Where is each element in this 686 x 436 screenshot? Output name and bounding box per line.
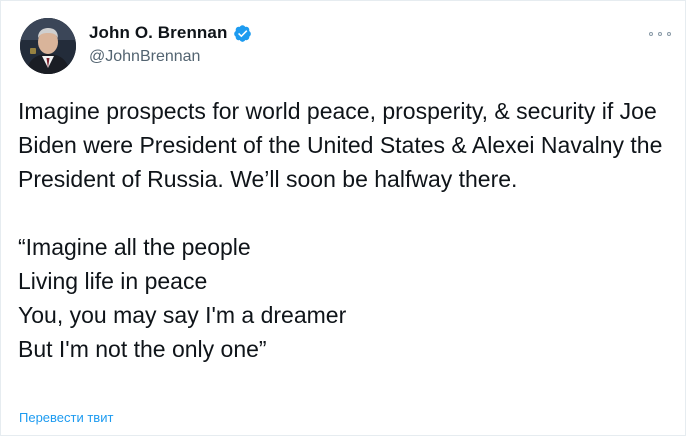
avatar[interactable] bbox=[20, 18, 76, 74]
tweet-card: John O. Brennan @JohnBrennan Imagine pro… bbox=[0, 0, 686, 436]
more-options-icon[interactable] bbox=[649, 29, 671, 39]
author-handle[interactable]: @JohnBrennan bbox=[89, 48, 252, 66]
author-block: John O. Brennan @JohnBrennan bbox=[89, 23, 252, 66]
lyric-line: Living life in peace bbox=[18, 268, 208, 294]
verified-badge-icon bbox=[234, 24, 252, 42]
lyric-line: But I'm not the only one” bbox=[18, 336, 267, 362]
profile-photo-icon bbox=[20, 18, 76, 74]
tweet-text: Imagine prospects for world peace, prosp… bbox=[18, 94, 678, 366]
lyric-line: You, you may say I'm a dreamer bbox=[18, 302, 347, 328]
tweet-paragraph: Imagine prospects for world peace, prosp… bbox=[18, 98, 663, 192]
lyric-line: “Imagine all the people bbox=[18, 234, 251, 260]
translate-tweet-link[interactable]: Перевести твит bbox=[19, 410, 113, 425]
tweet-lyrics: “Imagine all the people Living life in p… bbox=[18, 230, 678, 366]
author-name[interactable]: John O. Brennan bbox=[89, 23, 227, 43]
